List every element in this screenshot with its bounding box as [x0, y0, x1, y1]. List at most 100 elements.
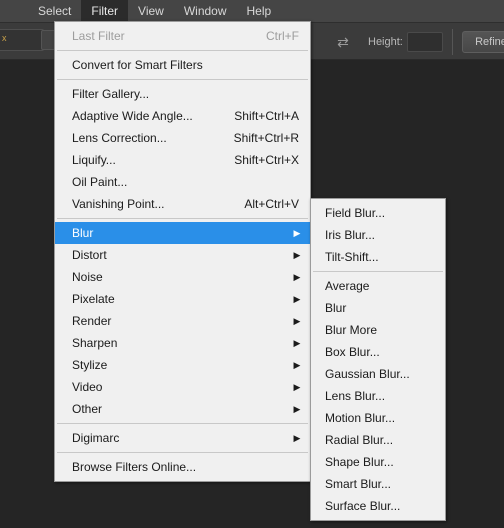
submenu-arrow-icon: ▶ [293, 433, 301, 443]
menu-item-label: Oil Paint... [72, 175, 128, 189]
menu-item-label: Lens Blur... [325, 389, 386, 403]
filter-menu-item-last-filter: Last Filter Ctrl+F [55, 25, 310, 47]
menu-item-label: Surface Blur... [325, 499, 401, 513]
menu-item-label: Convert for Smart Filters [72, 58, 203, 72]
filter-menu-item-video[interactable]: Video ▶ [55, 376, 310, 398]
blur-submenu-item-average[interactable]: Average [311, 275, 445, 297]
menubar-item-select[interactable]: Select [28, 0, 81, 22]
menu-item-shortcut: Ctrl+F [266, 29, 299, 43]
menu-item-label: Radial Blur... [325, 433, 394, 447]
menu-item-shortcut: Alt+Ctrl+V [244, 197, 299, 211]
toolbar-divider [452, 29, 453, 55]
menu-item-label: Blur [72, 226, 94, 240]
filter-menu-item-other[interactable]: Other ▶ [55, 398, 310, 420]
filter-menu-item-convert-for-smart-filters[interactable]: Convert for Smart Filters [55, 54, 310, 76]
menu-item-label: Liquify... [72, 153, 116, 167]
menubar-item-view[interactable]: View [128, 0, 174, 22]
menu-separator [313, 271, 443, 272]
menu-item-label: Last Filter [72, 29, 125, 43]
filter-menu-item-lens-correction[interactable]: Lens Correction... Shift+Ctrl+R [55, 127, 310, 149]
menubar-item-filter[interactable]: Filter [81, 0, 129, 22]
submenu-arrow-icon: ▶ [293, 360, 301, 370]
height-input[interactable] [407, 32, 443, 52]
menubar-item-window[interactable]: Window [174, 0, 237, 22]
filter-dropdown-menu: Last Filter Ctrl+F Convert for Smart Filte… [54, 21, 311, 482]
menu-item-label: Tilt-Shift... [325, 250, 379, 264]
submenu-arrow-icon: ▶ [293, 272, 301, 282]
filter-menu-item-vanishing-point[interactable]: Vanishing Point... Alt+Ctrl+V [55, 193, 310, 215]
blur-submenu-item-radial-blur[interactable]: Radial Blur... [311, 429, 445, 451]
x-icon[interactable]: x [2, 34, 11, 43]
blur-submenu-item-box-blur[interactable]: Box Blur... [311, 341, 445, 363]
menu-item-label: Filter Gallery... [72, 87, 150, 101]
filter-menu-item-filter-gallery[interactable]: Filter Gallery... [55, 83, 310, 105]
menu-separator [57, 50, 308, 51]
blur-submenu-item-blur-more[interactable]: Blur More [311, 319, 445, 341]
filter-menu-item-blur[interactable]: Blur ▶ [55, 222, 310, 244]
menu-item-label: Video [72, 380, 103, 394]
filter-menu-item-stylize[interactable]: Stylize ▶ [55, 354, 310, 376]
submenu-arrow-icon: ▶ [293, 338, 301, 348]
blur-submenu-item-field-blur[interactable]: Field Blur... [311, 202, 445, 224]
menu-item-label: Gaussian Blur... [325, 367, 410, 381]
blur-submenu: Field Blur... Iris Blur... Tilt-Shift... Av… [310, 198, 446, 521]
menu-bar: Select Filter View Window Help [0, 0, 504, 22]
menu-item-label: Adaptive Wide Angle... [72, 109, 193, 123]
submenu-arrow-icon: ▶ [293, 404, 301, 414]
menu-item-label: Box Blur... [325, 345, 380, 359]
filter-menu-item-distort[interactable]: Distort ▶ [55, 244, 310, 266]
menu-separator [57, 79, 308, 80]
menu-item-label: Smart Blur... [325, 477, 392, 491]
menu-separator [57, 452, 308, 453]
menu-item-label: Digimarc [72, 431, 120, 445]
blur-submenu-item-shape-blur[interactable]: Shape Blur... [311, 451, 445, 473]
height-label: Height: [368, 36, 403, 48]
blur-submenu-item-blur[interactable]: Blur [311, 297, 445, 319]
blur-submenu-item-tilt-shift[interactable]: Tilt-Shift... [311, 246, 445, 268]
menu-item-label: Browse Filters Online... [72, 460, 197, 474]
filter-menu-item-pixelate[interactable]: Pixelate ▶ [55, 288, 310, 310]
menu-separator [57, 218, 308, 219]
menu-item-label: Blur [325, 301, 347, 315]
filter-menu-item-liquify[interactable]: Liquify... Shift+Ctrl+X [55, 149, 310, 171]
filter-menu-item-adaptive-wide-angle[interactable]: Adaptive Wide Angle... Shift+Ctrl+A [55, 105, 310, 127]
menu-item-label: Render [72, 314, 112, 328]
submenu-arrow-icon: ▶ [293, 316, 301, 326]
blur-submenu-item-iris-blur[interactable]: Iris Blur... [311, 224, 445, 246]
menu-item-shortcut: Shift+Ctrl+X [234, 153, 299, 167]
submenu-arrow-icon: ▶ [293, 382, 301, 392]
blur-submenu-item-surface-blur[interactable]: Surface Blur... [311, 495, 445, 517]
refine-button[interactable]: Refine [462, 31, 504, 53]
filter-menu-item-render[interactable]: Render ▶ [55, 310, 310, 332]
swap-arrows-icon[interactable]: ⇄ [334, 33, 352, 51]
filter-menu-item-digimarc[interactable]: Digimarc ▶ [55, 427, 310, 449]
blur-submenu-item-gaussian-blur[interactable]: Gaussian Blur... [311, 363, 445, 385]
submenu-arrow-icon: ▶ [293, 250, 301, 260]
menu-item-label: Blur More [325, 323, 378, 337]
menu-item-label: Other [72, 402, 103, 416]
menu-item-label: Pixelate [72, 292, 115, 306]
menu-item-label: Sharpen [72, 336, 118, 350]
menu-item-shortcut: Shift+Ctrl+A [234, 109, 299, 123]
menu-item-label: Stylize [72, 358, 108, 372]
menu-item-shortcut: Shift+Ctrl+R [233, 131, 299, 145]
blur-submenu-item-motion-blur[interactable]: Motion Blur... [311, 407, 445, 429]
submenu-arrow-icon: ▶ [293, 228, 301, 238]
menu-item-label: Vanishing Point... [72, 197, 165, 211]
menu-item-label: Lens Correction... [72, 131, 167, 145]
menu-item-label: Field Blur... [325, 206, 386, 220]
menubar-item-help[interactable]: Help [237, 0, 282, 22]
filter-menu-item-noise[interactable]: Noise ▶ [55, 266, 310, 288]
blur-submenu-item-smart-blur[interactable]: Smart Blur... [311, 473, 445, 495]
menu-item-label: Average [325, 279, 370, 293]
menu-item-label: Noise [72, 270, 103, 284]
menu-separator [57, 423, 308, 424]
filter-menu-item-browse-filters-online[interactable]: Browse Filters Online... [55, 456, 310, 478]
submenu-arrow-icon: ▶ [293, 294, 301, 304]
filter-menu-item-sharpen[interactable]: Sharpen ▶ [55, 332, 310, 354]
menu-item-label: Shape Blur... [325, 455, 394, 469]
menu-item-label: Motion Blur... [325, 411, 396, 425]
filter-menu-item-oil-paint[interactable]: Oil Paint... [55, 171, 310, 193]
menu-item-label: Distort [72, 248, 107, 262]
blur-submenu-item-lens-blur[interactable]: Lens Blur... [311, 385, 445, 407]
